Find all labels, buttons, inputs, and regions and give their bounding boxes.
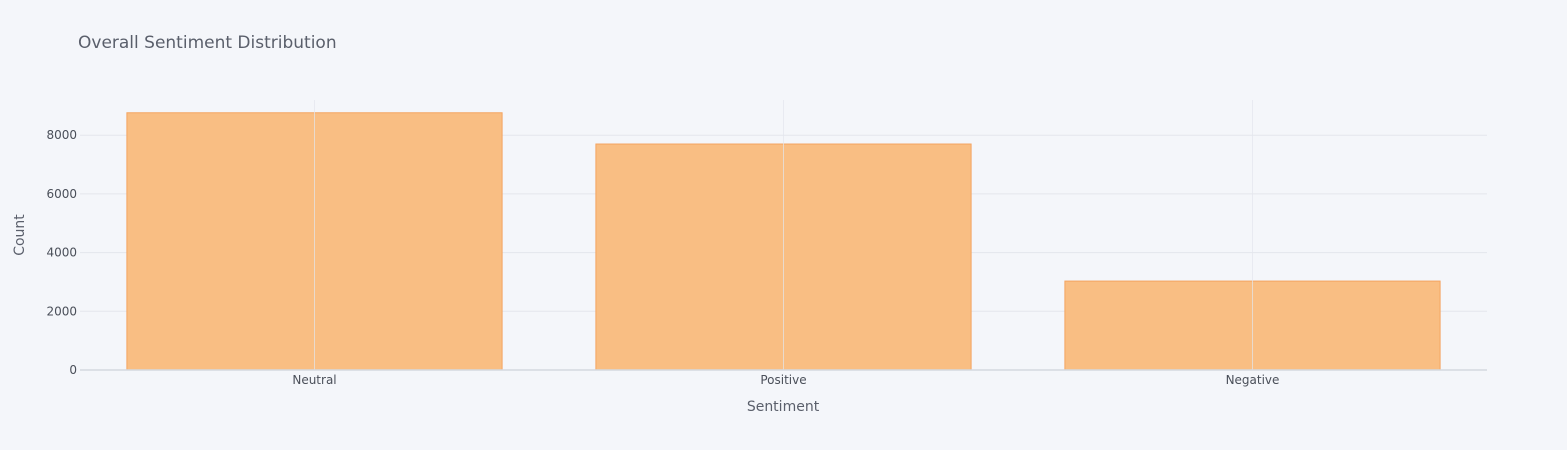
y-tick-label: 4000 <box>46 246 77 260</box>
x-tick-label: Neutral <box>292 373 336 387</box>
chart-area: Overall Sentiment Distribution 0 2000 4000… <box>0 0 1567 450</box>
y-tick-label: 8000 <box>46 128 77 142</box>
y-tick-label: 6000 <box>46 187 77 201</box>
bar-chart: 0 2000 4000 6000 8000 Neutral Positive Negative… <box>12 100 1487 415</box>
x-tick-label: Negative <box>1226 373 1280 387</box>
bar-layer <box>126 100 1441 371</box>
y-tick-label: 0 <box>69 363 77 377</box>
x-tick-label: Positive <box>760 373 806 387</box>
x-axis-label: Sentiment <box>747 399 820 415</box>
y-axis-label: Count <box>12 214 28 256</box>
y-tick-label: 2000 <box>46 304 77 318</box>
